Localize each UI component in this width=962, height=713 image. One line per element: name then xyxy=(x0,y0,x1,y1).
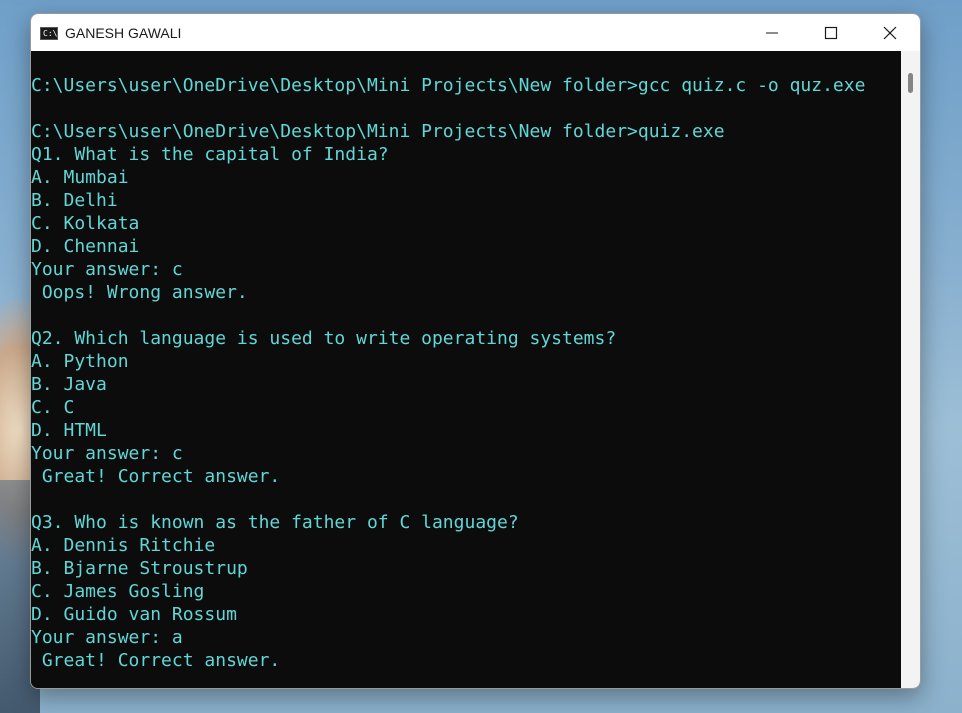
console-line: Your answer: c xyxy=(31,259,183,280)
console-line: C:\Users\user\OneDrive\Desktop\Mini Proj… xyxy=(31,75,866,96)
console-line: B. Delhi xyxy=(31,190,118,211)
terminal-window: C:\. GANESH GAWALI C:\Users\user\OneDriv… xyxy=(30,13,921,689)
console-line: Q3. Who is known as the father of C lang… xyxy=(31,512,519,533)
console-line: D. Guido van Rossum xyxy=(31,604,237,625)
console-line: A. Mumbai xyxy=(31,167,129,188)
title-bar[interactable]: C:\. GANESH GAWALI xyxy=(31,14,920,51)
close-button[interactable] xyxy=(861,14,919,51)
console-output[interactable]: C:\Users\user\OneDrive\Desktop\Mini Proj… xyxy=(31,51,901,688)
console-line: A. Dennis Ritchie xyxy=(31,535,216,556)
console-line: D. Chennai xyxy=(31,236,140,257)
command-prompt-icon: C:\. xyxy=(40,27,62,40)
maximize-button[interactable] xyxy=(802,14,860,51)
console-line: Oops! Wrong answer. xyxy=(31,282,248,303)
console-line: B. Java xyxy=(31,374,107,395)
console-line: Q1. What is the capital of India? xyxy=(31,144,389,165)
console-line: Q2. Which language is used to write oper… xyxy=(31,328,617,349)
close-icon xyxy=(883,26,897,40)
console-line: B. Bjarne Stroustrup xyxy=(31,558,248,579)
minimize-icon xyxy=(766,32,778,34)
command-prompt-icon-label: C:\. xyxy=(43,29,63,38)
console-line: C. Kolkata xyxy=(31,213,140,234)
console-line: Your answer: c xyxy=(31,443,183,464)
minimize-button[interactable] xyxy=(743,14,801,51)
console-lines: C:\Users\user\OneDrive\Desktop\Mini Proj… xyxy=(31,74,865,672)
console-line: C. James Gosling xyxy=(31,581,205,602)
console-line: Your answer: a xyxy=(31,627,183,648)
console-line: Great! Correct answer. xyxy=(31,650,281,671)
console-line: C. C xyxy=(31,397,75,418)
maximize-icon xyxy=(824,26,838,40)
console-line: C:\Users\user\OneDrive\Desktop\Mini Proj… xyxy=(31,121,725,142)
window-title: GANESH GAWALI xyxy=(65,25,182,41)
scrollbar-thumb[interactable] xyxy=(908,73,913,93)
console-line: Great! Correct answer. xyxy=(31,466,281,487)
vertical-scrollbar[interactable] xyxy=(901,51,920,688)
console-line: D. HTML xyxy=(31,420,107,441)
console-line: A. Python xyxy=(31,351,129,372)
